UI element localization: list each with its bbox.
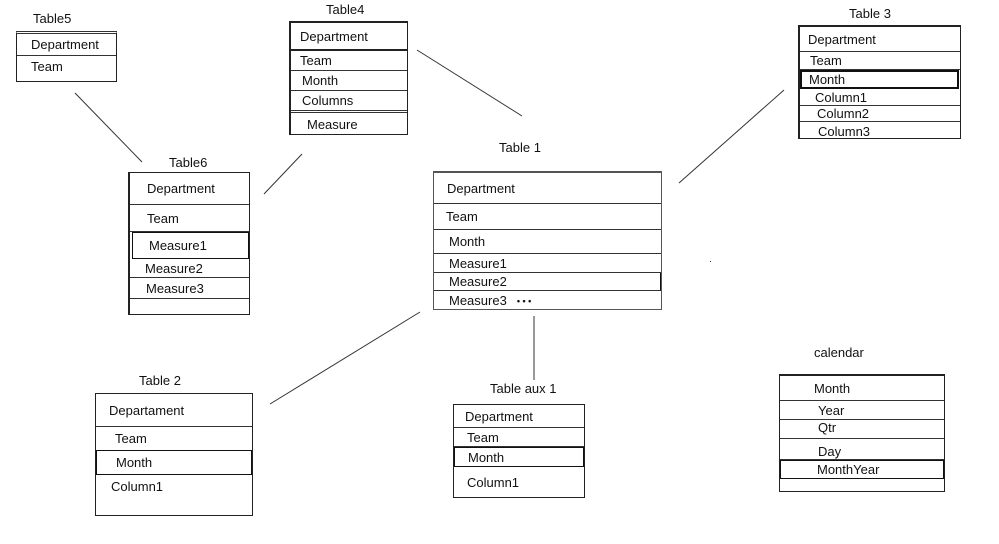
table6-field: Team [130, 205, 249, 232]
table1-field: Department [434, 173, 661, 204]
calendar-title: calendar [814, 345, 864, 360]
table1-field: Month [434, 230, 661, 254]
table3-field: Team [800, 52, 960, 70]
table4-field: Measure [307, 116, 358, 132]
table4-field: Team [291, 51, 407, 71]
table4: Department Team Month Columns Measure [289, 21, 408, 135]
link-table1-table2 [269, 311, 421, 405]
table5-field: Department [17, 34, 116, 56]
table4-field: Month [291, 71, 407, 91]
table2-field: Month [96, 450, 252, 475]
table3-field: Column3 [818, 123, 871, 139]
table5: Department Team [16, 31, 117, 82]
table1-field: Measure3 • • • [434, 291, 661, 310]
table5-field: Team [31, 59, 63, 74]
diagram-canvas: Table5 Department Team Table4 Department… [0, 0, 999, 544]
table6-title: Table6 [169, 155, 208, 170]
table2-field: Departament [96, 394, 252, 427]
ellipsis-icon: • • • [516, 295, 532, 306]
table3-field: Month [800, 70, 959, 89]
table1: Department Team Month Measure1 Measure2 … [433, 171, 662, 310]
stray-dot [710, 261, 711, 262]
table1-field: Measure1 [434, 254, 661, 273]
table3-field: Column2 [800, 106, 960, 122]
calendar-field: Day [780, 439, 944, 460]
table6-field: Measure3 [130, 278, 249, 299]
calendar-field [780, 479, 944, 492]
table6-field: Measure1 [132, 232, 249, 259]
table3: Department Team Month Column1 Column2 Co… [798, 25, 961, 139]
table1-title: Table 1 [499, 140, 541, 155]
tableaux1-field: Month [454, 447, 584, 467]
tableaux1-title: Table aux 1 [490, 381, 557, 396]
table2-field: Column1 [111, 479, 164, 494]
calendar-field: Qtr [780, 420, 944, 439]
table-aux-1: Department Team Month Column1 [453, 404, 585, 498]
calendar-table: Month Year Qtr Day MonthYear [779, 374, 945, 492]
table6-field: Department [130, 173, 249, 205]
table2-title: Table 2 [139, 373, 181, 388]
table1-field: Measure2 [434, 273, 661, 291]
tableaux1-field: Team [454, 428, 584, 447]
table3-field: Column1 [800, 89, 960, 106]
table2-field: Team [115, 431, 147, 446]
table6-field: Measure2 [130, 259, 249, 278]
calendar-field: Month [780, 376, 944, 401]
table4-field: Columns [291, 91, 407, 113]
table4-field: Department [291, 23, 407, 51]
table2: Departament Team Month Column1 [95, 393, 253, 516]
table5-title: Table5 [33, 11, 72, 26]
calendar-field: Year [780, 401, 944, 420]
tableaux1-field: Department [454, 405, 584, 428]
link-table3-table1 [678, 89, 785, 184]
table4-title: Table4 [326, 2, 365, 17]
calendar-field: MonthYear [780, 460, 944, 479]
table1-field: Team [434, 204, 661, 230]
table1-field-label: Measure3 [449, 293, 507, 308]
table3-field: Department [800, 27, 960, 52]
link-table4-table6 [263, 153, 303, 195]
link-table4-table1 [416, 49, 523, 117]
table3-title: Table 3 [849, 6, 891, 21]
link-table5-table6 [74, 92, 143, 163]
tableaux1-field: Column1 [467, 474, 520, 490]
table6-field [130, 299, 249, 314]
table6: Department Team Measure1 Measure2 Measur… [128, 172, 250, 315]
